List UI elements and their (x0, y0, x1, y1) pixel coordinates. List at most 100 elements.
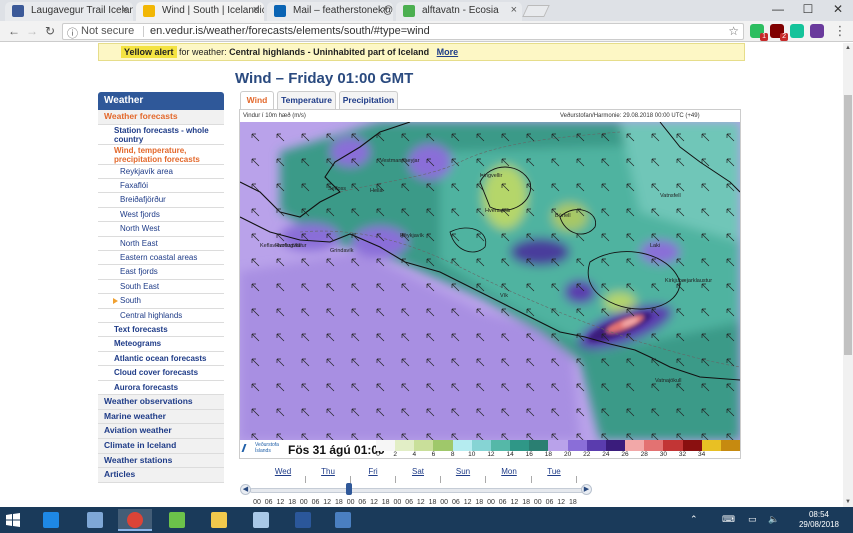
sidebar-heading[interactable]: Weather (98, 92, 224, 110)
tray-chevron-icon[interactable]: ⌃ (690, 514, 698, 525)
timeline-hour[interactable]: 00 (300, 499, 308, 506)
tab-temperature[interactable]: Temperature (277, 91, 336, 109)
sidebar-item-west-fjords[interactable]: West fjords (98, 208, 224, 223)
sidebar-item-eastern-coastal-areas[interactable]: Eastern coastal areas (98, 251, 224, 266)
menu-kebab-icon[interactable]: ⋮ (832, 23, 848, 39)
browser-tab-3[interactable]: Mail – featherstonek@liv × (267, 2, 393, 21)
sidebar-item-north-east[interactable]: North East (98, 237, 224, 252)
sidebar-item-central-highlands[interactable]: Central highlands (98, 309, 224, 323)
timeline-hour[interactable]: 00 (440, 499, 448, 506)
volume-icon[interactable]: 🔈 (768, 514, 779, 525)
sidebar-item-weather-forecasts[interactable]: Weather forecasts (98, 110, 224, 125)
network-icon[interactable]: ▭ (748, 514, 757, 525)
ublock-icon[interactable]: 2 (770, 24, 788, 41)
sidebar-item-east-fjords[interactable]: East fjords (98, 265, 224, 280)
timeline-hour[interactable]: 18 (335, 499, 343, 506)
timeline-hour[interactable]: 12 (557, 499, 565, 506)
ghost-icon[interactable] (810, 24, 824, 38)
timeline-day-mon[interactable]: Mon (501, 467, 517, 476)
browser-tab-1[interactable]: Laugavegur Trail Iceland × (5, 2, 133, 21)
taskbar-chrome-button[interactable] (118, 509, 152, 531)
timeline-hour[interactable]: 12 (464, 499, 472, 506)
timeline-hour[interactable]: 18 (522, 499, 530, 506)
close-tab-icon[interactable]: × (382, 2, 388, 19)
taskbar-file-explorer-button[interactable] (202, 509, 236, 531)
sidebar-item-climate-in-iceland[interactable]: Climate in Iceland (98, 439, 224, 454)
timeline-prev-button[interactable]: ◀ (240, 484, 251, 495)
timeline-hour[interactable]: 06 (452, 499, 460, 506)
sidebar-item-cloud-cover-forecasts[interactable]: Cloud cover forecasts (98, 366, 224, 381)
sidebar-item-aviation-weather[interactable]: Aviation weather (98, 424, 224, 439)
sidebar-item-atlantic-ocean-forecasts[interactable]: Atlantic ocean forecasts (98, 352, 224, 367)
browser-tab-2[interactable]: Wind | South | Icelandic M× (136, 2, 264, 21)
taskbar-notepad-button[interactable] (78, 509, 112, 531)
forward-icon[interactable]: → (24, 23, 40, 39)
taskbar-notes-button[interactable] (244, 509, 278, 531)
timeline-hour[interactable]: 12 (510, 499, 518, 506)
timeline-next-button[interactable]: ▶ (581, 484, 592, 495)
sidebar-item-faxafl-i[interactable]: Faxaflói (98, 179, 224, 194)
timeline-hour[interactable]: 06 (499, 499, 507, 506)
bookmark-star-icon[interactable]: ☆ (728, 24, 739, 38)
timeline-hour[interactable]: 00 (393, 499, 401, 506)
timeline-hour[interactable]: 06 (265, 499, 273, 506)
timeline-hour[interactable]: 12 (276, 499, 284, 506)
sidebar-item-aurora-forecasts[interactable]: Aurora forecasts (98, 381, 224, 395)
timeline-hour[interactable]: 12 (323, 499, 331, 506)
timeline-hour[interactable]: 00 (487, 499, 495, 506)
taskbar-clock[interactable]: 08:54 29/08/2018 (799, 510, 839, 530)
timeline-hour[interactable]: 18 (429, 499, 437, 506)
timeline-hour[interactable]: 06 (358, 499, 366, 506)
windows-start-icon[interactable] (6, 513, 20, 527)
timeline-hour[interactable]: 00 (534, 499, 542, 506)
alert-more-link[interactable]: More (437, 47, 459, 57)
maximize-button[interactable]: ☐ (793, 0, 823, 20)
sidebar-item-south-east[interactable]: South East (98, 280, 224, 295)
timeline-hour[interactable]: 06 (546, 499, 554, 506)
omnibox[interactable]: ⓘ Not secure en.vedur.is/weather/forecas… (62, 23, 744, 40)
reload-icon[interactable]: ↻ (42, 23, 58, 39)
close-window-button[interactable]: ✕ (823, 0, 853, 20)
page-scrollbar[interactable]: ▲ ▼ (843, 43, 853, 507)
timeline-day-sun[interactable]: Sun (456, 467, 470, 476)
sidebar-item-brei-afj-r-ur[interactable]: Breiðafjörður (98, 193, 224, 208)
sidebar-item-weather-observations[interactable]: Weather observations (98, 394, 224, 410)
tab-wind[interactable]: Wind (240, 91, 274, 110)
sidebar-item-meteograms[interactable]: Meteograms (98, 337, 224, 352)
timeline-hour[interactable]: 00 (347, 499, 355, 506)
timeline-day-fri[interactable]: Fri (368, 467, 377, 476)
taskbar-word-button[interactable] (286, 509, 320, 531)
timeline-day-sat[interactable]: Sat (412, 467, 424, 476)
sidebar-item-marine-weather[interactable]: Marine weather (98, 409, 224, 425)
close-tab-icon[interactable]: × (122, 2, 128, 19)
timeline-track[interactable] (250, 488, 590, 493)
sidebar-item-reykjav-k-area[interactable]: Reykjavík area (98, 165, 224, 180)
timeline-hour[interactable]: 18 (569, 499, 577, 506)
wind-forecast-map[interactable]: Vestmannaeyjar Kirkjubæjarklaustur Vík Self… (240, 122, 740, 440)
scroll-down-arrow[interactable]: ▼ (843, 497, 853, 507)
scrollbar-thumb[interactable] (844, 95, 852, 355)
info-icon[interactable]: ⓘ (67, 25, 78, 41)
grammarly-icon[interactable] (790, 24, 804, 38)
sidebar-item-articles[interactable]: Articles (98, 468, 224, 484)
tab-precipitation[interactable]: Precipitation (339, 91, 398, 109)
url-text[interactable]: en.vedur.is/weather/forecasts/elements/s… (150, 25, 430, 37)
timeline-hour[interactable]: 12 (417, 499, 425, 506)
timeline-hour[interactable]: 18 (382, 499, 390, 506)
keyboard-icon[interactable]: ⌨ (722, 514, 735, 525)
timeline-day-wed[interactable]: Wed (275, 467, 291, 476)
sidebar-item-weather-stations[interactable]: Weather stations (98, 453, 224, 469)
sidebar-item-text-forecasts[interactable]: Text forecasts (98, 323, 224, 338)
timeline-hour[interactable]: 06 (312, 499, 320, 506)
new-tab-button[interactable] (522, 5, 550, 17)
minimize-button[interactable]: — (763, 0, 793, 20)
sidebar-item-wind-temperature-precipitation-forecasts[interactable]: Wind, temperature, precipitation forecas… (98, 145, 224, 165)
timeline-day-tue[interactable]: Tue (547, 467, 561, 476)
taskbar-internet-explorer-button[interactable] (34, 509, 68, 531)
back-icon[interactable]: ← (6, 23, 22, 39)
close-tab-icon[interactable]: × (511, 2, 517, 19)
timeline-hour[interactable]: 06 (405, 499, 413, 506)
timeline-hour[interactable]: 18 (288, 499, 296, 506)
timeline-hour[interactable]: 00 (253, 499, 261, 506)
sidebar-item-south[interactable]: South (98, 294, 224, 309)
